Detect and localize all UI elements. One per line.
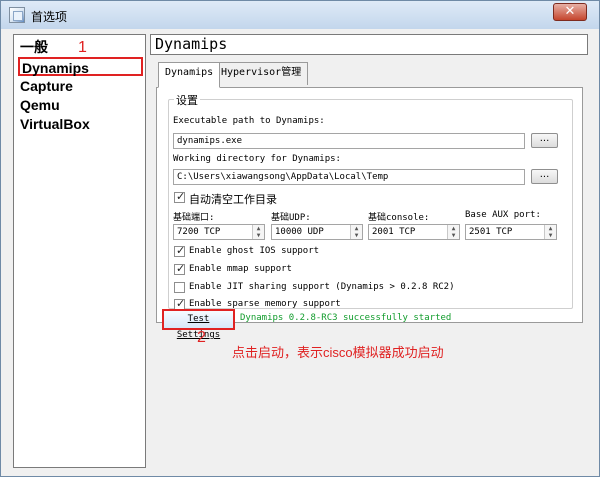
base-console-value: 2001 TCP <box>372 227 416 237</box>
ghost-ios-checkbox[interactable] <box>174 244 185 257</box>
base-console-label: 基础console: <box>368 213 430 223</box>
auto-clean-checkbox[interactable] <box>174 190 185 203</box>
dynamips-settings-panel: Dynamips Dynamips Hypervisor管理 设置 Execut… <box>150 34 589 468</box>
base-port-spinbox[interactable]: 7200 TCP ▲ ▼ <box>173 224 265 240</box>
executable-path-field[interactable]: dynamips.exe <box>173 133 525 149</box>
window-title: 首选项 <box>31 10 68 24</box>
test-settings-button[interactable]: Test Settings <box>162 309 235 340</box>
settings-group-label: 设置 <box>174 92 200 108</box>
panel-header: Dynamips <box>150 34 588 55</box>
settings-groupbox: 设置 Executable path to Dynamips: dynamips… <box>168 92 573 310</box>
working-directory-field[interactable]: C:\Users\xiawangsong\AppData\Local\Temp <box>173 169 525 185</box>
sparse-memory-label: Enable sparse memory support <box>189 299 341 309</box>
base-udp-spin-arrows[interactable]: ▲ ▼ <box>350 225 362 239</box>
jit-sharing-label: Enable JIT sharing support (Dynamips > 0… <box>189 282 455 292</box>
base-aux-port-spinbox[interactable]: 2501 TCP ▲ ▼ <box>465 224 557 240</box>
base-udp-spinbox[interactable]: 10000 UDP ▲ ▼ <box>271 224 363 240</box>
base-aux-port-spin-arrows[interactable]: ▲ ▼ <box>544 225 556 239</box>
base-udp-value: 10000 UDP <box>275 227 324 237</box>
jit-sharing-checkbox[interactable] <box>174 282 185 293</box>
base-aux-port-value: 2501 TCP <box>469 227 513 237</box>
sidebar-item-capture[interactable]: Capture <box>18 77 143 96</box>
app-icon <box>9 7 25 23</box>
title-bar: 首选项 ✕ <box>1 1 599 29</box>
preferences-window: 首选项 ✕ 一般 Dynamips Capture Qemu VirtualBo… <box>0 0 600 477</box>
dynamips-tab-panel: 设置 Executable path to Dynamips: dynamips… <box>156 87 583 323</box>
browse-working-directory-button[interactable]: ... <box>531 169 558 184</box>
executable-path-label: Executable path to Dynamips: <box>173 116 325 126</box>
status-message: Dynamips 0.2.8-RC3 successfully started <box>240 313 452 323</box>
working-directory-label: Working directory for Dynamips: <box>173 154 341 164</box>
tab-dynamips[interactable]: Dynamips <box>158 62 221 88</box>
base-port-spin-arrows[interactable]: ▲ ▼ <box>252 225 264 239</box>
browse-executable-button[interactable]: ... <box>531 133 558 148</box>
tab-hypervisor-management[interactable]: Hypervisor管理 <box>214 62 309 85</box>
auto-clean-label: 自动清空工作目录 <box>189 193 277 206</box>
preferences-sidebar: 一般 Dynamips Capture Qemu VirtualBox 1 <box>13 34 146 468</box>
annotation-note: 点击启动，表示cisco模拟器成功启动 <box>232 345 444 360</box>
base-port-value: 7200 TCP <box>177 227 221 237</box>
base-console-spin-arrows[interactable]: ▲ ▼ <box>447 225 459 239</box>
mmap-checkbox[interactable] <box>174 262 185 275</box>
sidebar-item-dynamips[interactable]: Dynamips <box>18 57 143 76</box>
right-edge-scroll-area[interactable] <box>588 34 596 468</box>
ghost-ios-label: Enable ghost IOS support <box>189 246 320 256</box>
annotation-number-1: 1 <box>78 39 87 56</box>
annotation-number-2: 2 <box>197 329 206 346</box>
sidebar-item-qemu[interactable]: Qemu <box>18 96 143 115</box>
close-button[interactable]: ✕ <box>553 3 587 21</box>
base-console-spinbox[interactable]: 2001 TCP ▲ ▼ <box>368 224 460 240</box>
base-aux-port-label: Base AUX port: <box>465 210 541 220</box>
base-port-label: 基础端口: <box>173 213 215 223</box>
mmap-label: Enable mmap support <box>189 264 292 274</box>
base-udp-label: 基础UDP: <box>271 213 311 223</box>
sidebar-item-virtualbox[interactable]: VirtualBox <box>18 115 143 134</box>
